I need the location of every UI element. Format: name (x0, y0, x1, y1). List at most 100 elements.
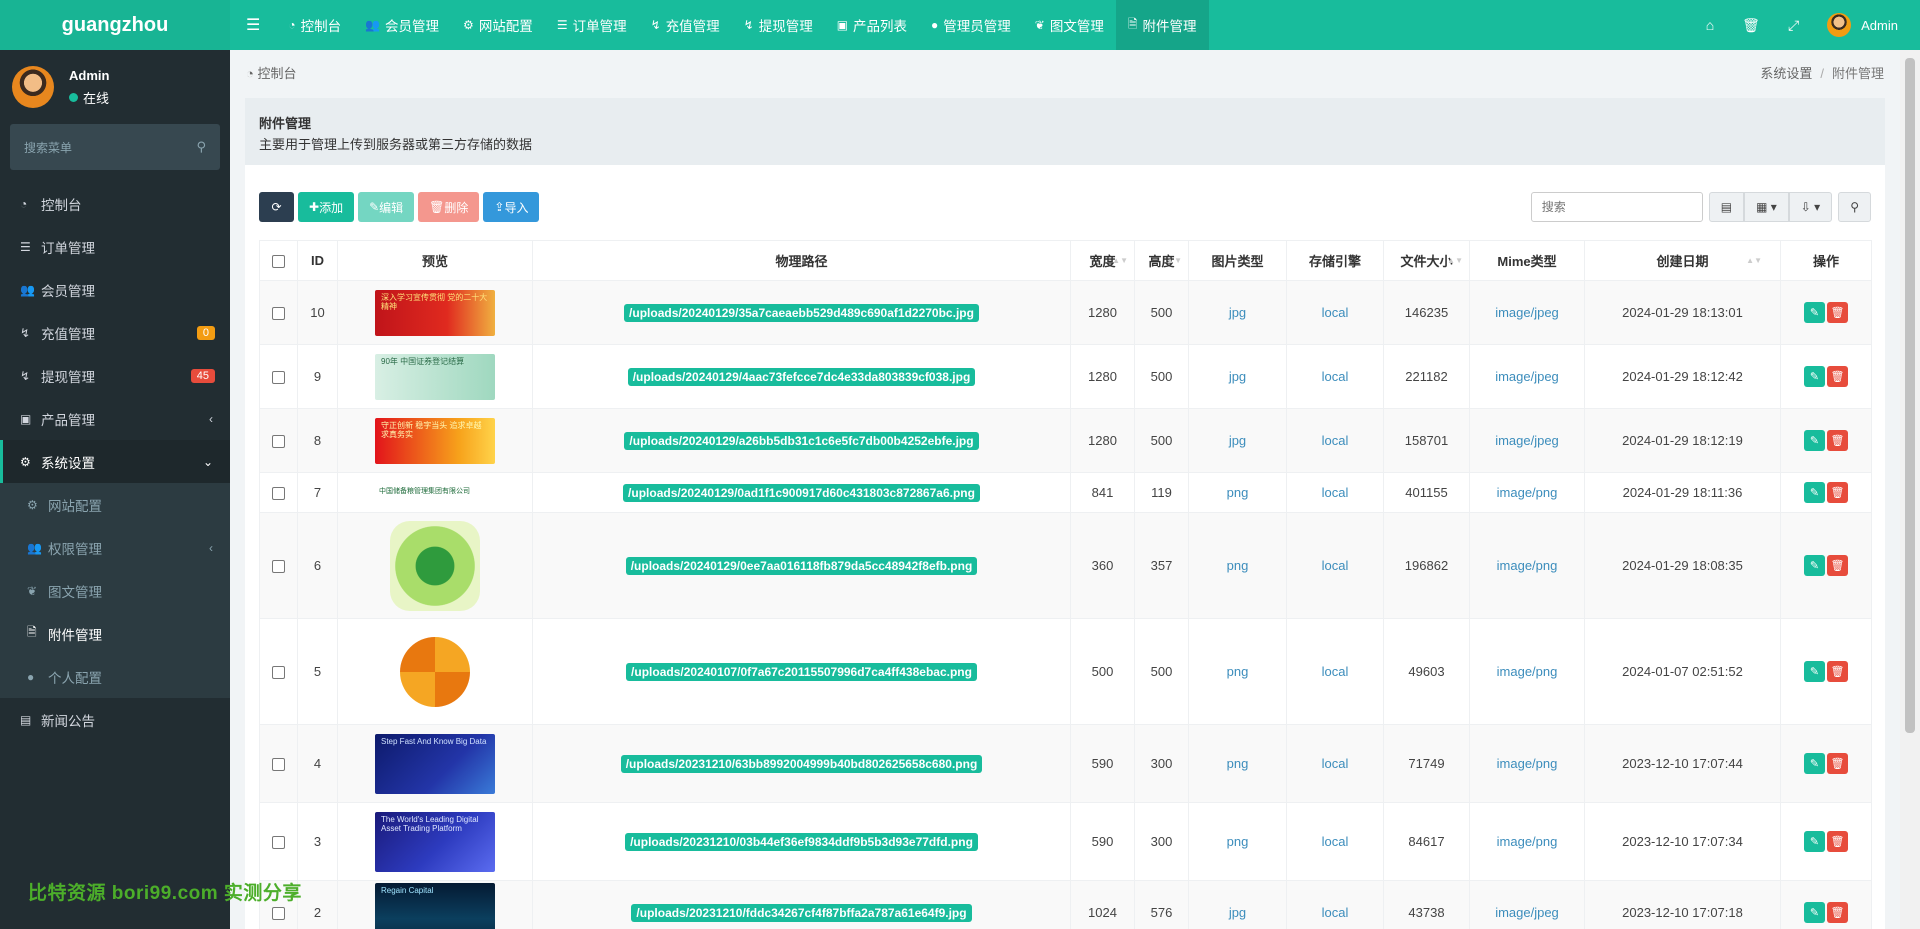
preview-thumbnail[interactable]: 守正创新 稳字当头 追求卓越 求真务实 (375, 417, 495, 464)
row-edit-button[interactable]: ✎ (1804, 555, 1825, 576)
column-header-width[interactable]: 宽度 ▲▼ (1070, 240, 1135, 281)
row-checkbox[interactable] (272, 758, 285, 772)
storage-link[interactable]: local (1322, 485, 1349, 500)
clear-cache-button[interactable]: 🗑 (1728, 0, 1774, 50)
mime-link[interactable]: image/jpeg (1495, 369, 1559, 384)
sidebar-subitem-attachments[interactable]: 🗎 附件管理 (0, 612, 230, 655)
preview-thumbnail[interactable] (390, 520, 480, 611)
sidebar-item-members[interactable]: 👥 会员管理 (0, 268, 230, 311)
mime-link[interactable]: image/jpeg (1495, 905, 1559, 920)
row-delete-button[interactable]: 🗑 (1827, 302, 1848, 323)
topnav-item-site-config[interactable]: ⚙ 网站配置 (451, 0, 545, 50)
row-delete-button[interactable]: 🗑 (1827, 831, 1848, 852)
mime-link[interactable]: image/jpeg (1495, 433, 1559, 448)
image-type-link[interactable]: jpg (1229, 905, 1246, 920)
row-delete-button[interactable]: 🗑 (1827, 753, 1848, 774)
row-edit-button[interactable]: ✎ (1804, 661, 1825, 682)
row-edit-button[interactable]: ✎ (1804, 831, 1825, 852)
row-edit-button[interactable]: ✎ (1804, 902, 1825, 923)
mime-link[interactable]: image/png (1497, 485, 1558, 500)
preview-thumbnail[interactable]: Step Fast And Know Big Data (375, 733, 495, 794)
path-label[interactable]: /uploads/20240129/0ee7aa016118fb879da5cc… (625, 557, 978, 575)
row-edit-button[interactable]: ✎ (1804, 753, 1825, 774)
sidebar-item-withdraw[interactable]: ↯ 提现管理 45 (0, 354, 230, 397)
topnav-item-products[interactable]: ▣ 产品列表 (825, 0, 919, 50)
column-header-file-size[interactable]: 文件大小 ▲▼ (1383, 240, 1470, 281)
table-search-input[interactable] (1530, 192, 1703, 222)
edit-button[interactable]: ✎ 编辑 (358, 192, 415, 222)
topnav-item-dashboard[interactable]: ◔ 控制台 (276, 0, 353, 50)
select-all-checkbox[interactable] (272, 255, 285, 269)
row-checkbox[interactable] (272, 836, 285, 850)
breadcrumb-parent[interactable]: 系统设置 (1760, 66, 1812, 81)
image-type-link[interactable]: jpg (1229, 305, 1246, 320)
preview-thumbnail[interactable]: 深入学习宣传贯彻 党的二十大精神 (375, 289, 495, 336)
mime-link[interactable]: image/png (1497, 558, 1558, 573)
sidebar-item-recharge[interactable]: ↯ 充值管理 0 (0, 311, 230, 354)
sidebar-subitem-site-config[interactable]: ⚙ 网站配置 (0, 483, 230, 526)
storage-link[interactable]: local (1322, 664, 1349, 679)
path-label[interactable]: /uploads/20240129/0ad1f1c900917d60c43180… (623, 484, 980, 502)
sidebar-subitem-permissions[interactable]: 👥 权限管理 ‹ (0, 526, 230, 569)
image-type-link[interactable]: png (1227, 664, 1249, 679)
storage-link[interactable]: local (1322, 756, 1349, 771)
path-label[interactable]: /uploads/20231210/fddc34267cf4f87bffa2a7… (631, 904, 972, 922)
topnav-item-withdraw[interactable]: ↯ 提现管理 (732, 0, 825, 50)
mime-link[interactable]: image/png (1497, 664, 1558, 679)
image-type-link[interactable]: png (1227, 485, 1249, 500)
topnav-item-attachments[interactable]: 🗎 附件管理 (1115, 0, 1209, 50)
toggle-view-button[interactable]: ▤ (1708, 192, 1745, 222)
path-label[interactable]: /uploads/20231210/63bb8992004999b40bd802… (620, 755, 983, 773)
storage-link[interactable]: local (1322, 305, 1349, 320)
storage-link[interactable]: local (1322, 369, 1349, 384)
path-label[interactable]: /uploads/20231210/03b44ef36ef9834ddf9b5b… (625, 833, 978, 851)
path-label[interactable]: /uploads/20240107/0f7a67c20115507996d7ca… (626, 663, 977, 681)
image-type-link[interactable]: png (1227, 558, 1249, 573)
column-header-height[interactable]: 高度 ▲▼ (1134, 240, 1189, 281)
storage-link[interactable]: local (1322, 433, 1349, 448)
sidebar-subitem-profile[interactable]: ● 个人配置 (0, 655, 230, 698)
sidebar-toggle-button[interactable]: ☰ (230, 0, 276, 50)
sidebar-item-system-settings[interactable]: ⚙ 系统设置 ⌄ (0, 440, 230, 483)
row-checkbox[interactable] (272, 371, 285, 385)
row-checkbox[interactable] (272, 560, 285, 574)
page-scrollbar[interactable] (1900, 50, 1920, 929)
row-delete-button[interactable]: 🗑 (1827, 482, 1848, 503)
row-edit-button[interactable]: ✎ (1804, 482, 1825, 503)
menu-search-input[interactable]: 搜索菜单 ⚲ (10, 124, 220, 170)
row-edit-button[interactable]: ✎ (1804, 302, 1825, 323)
row-checkbox[interactable] (272, 435, 285, 449)
mime-link[interactable]: image/png (1497, 756, 1558, 771)
topnav-item-admins[interactable]: ● 管理员管理 (919, 0, 1023, 50)
sidebar-item-products[interactable]: ▣ 产品管理 ‹ (0, 397, 230, 440)
fullscreen-button[interactable]: ⤢ (1774, 0, 1813, 50)
scrollbar-thumb[interactable] (1905, 58, 1915, 733)
row-delete-button[interactable]: 🗑 (1827, 902, 1848, 923)
sidebar-item-news[interactable]: ▤ 新闻公告 (0, 698, 230, 741)
topnav-item-orders[interactable]: ☰ 订单管理 (545, 0, 639, 50)
home-button[interactable]: ⌂ (1692, 0, 1728, 50)
row-delete-button[interactable]: 🗑 (1827, 661, 1848, 682)
row-checkbox[interactable] (272, 307, 285, 321)
topnav-item-articles[interactable]: ❦ 图文管理 (1023, 0, 1116, 50)
image-type-link[interactable]: jpg (1229, 369, 1246, 384)
storage-link[interactable]: local (1322, 834, 1349, 849)
row-edit-button[interactable]: ✎ (1804, 366, 1825, 387)
export-button[interactable]: ⇩ ▾ (1788, 192, 1833, 222)
preview-thumbnail[interactable]: 中国储备粮管理集团有限公司 (375, 483, 495, 502)
path-label[interactable]: /uploads/20240129/a26bb5db31c1c6e5fc7db0… (624, 432, 979, 450)
storage-link[interactable]: local (1322, 905, 1349, 920)
sidebar-item-dashboard[interactable]: ◔ 控制台 (0, 182, 230, 225)
delete-button[interactable]: 🗑 删除 (418, 192, 480, 222)
preview-thumbnail[interactable]: 90年 中国证券登记结算 (375, 353, 495, 400)
row-checkbox[interactable] (272, 666, 285, 680)
row-checkbox[interactable] (272, 907, 285, 921)
image-type-link[interactable]: jpg (1229, 433, 1246, 448)
columns-button[interactable]: ▦ ▾ (1744, 192, 1789, 222)
row-checkbox[interactable] (272, 487, 285, 501)
image-type-link[interactable]: png (1227, 756, 1249, 771)
user-menu[interactable]: Admin (1813, 0, 1920, 50)
row-edit-button[interactable]: ✎ (1804, 430, 1825, 451)
row-delete-button[interactable]: 🗑 (1827, 430, 1848, 451)
sidebar-subitem-articles[interactable]: ❦ 图文管理 (0, 569, 230, 612)
